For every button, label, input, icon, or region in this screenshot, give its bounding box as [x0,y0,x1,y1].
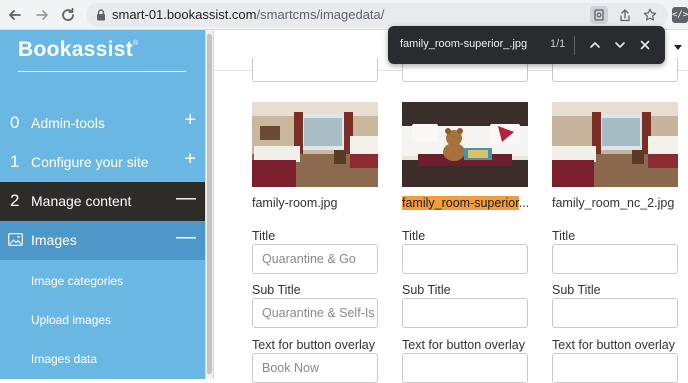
submenu-images-data[interactable]: Images data [31,352,97,366]
subtitle-label: Sub Title [552,283,601,297]
reload-icon [62,7,74,21]
collapse-icon[interactable]: — [176,188,196,208]
forward-button[interactable] [31,4,53,26]
url-text: smart-01.bookassist.com/smartcms/imageda… [112,7,384,22]
find-match-highlight: family_room-superior [402,196,519,210]
dropdown-caret-icon[interactable] [674,45,682,50]
find-bar-divider [574,36,575,55]
sidebar-scrollbar[interactable] [205,30,214,379]
hotel-room-photo [552,102,678,187]
share-button[interactable] [616,6,634,24]
lock-icon [97,9,105,21]
menu-item-configure-site[interactable]: 1 Configure your site + [0,143,205,182]
image-thumbnail-family-room-superior[interactable] [402,102,528,187]
back-button[interactable] [4,4,26,26]
menu-label: Images [31,232,77,248]
find-match-count: 1/1 [550,38,566,50]
find-close-button[interactable] [637,37,653,53]
brand-logo[interactable]: Bookassist® [18,38,139,62]
chevron-down-icon [615,42,625,48]
scrollbar-thumb[interactable] [207,34,212,374]
menu-number: 1 [10,152,20,171]
reload-button[interactable] [57,4,79,26]
chevron-up-icon [590,42,600,48]
star-icon [643,8,657,21]
brand-name: Bookassist [18,38,134,61]
subtitle-label: Sub Title [252,283,301,297]
image-filename: family_room_nc_2.jpg [552,196,675,210]
expand-icon[interactable]: + [184,110,196,130]
arrow-right-icon [36,10,48,20]
find-in-page-bar: family_room-superior_.jpg 1/1 [388,26,665,64]
extension-icon[interactable]: </> [672,7,688,23]
find-next-button[interactable] [612,37,628,53]
arrow-left-icon [9,10,21,20]
title-label: Title [252,229,276,243]
title-input[interactable]: Quarantine & Go [252,244,378,274]
hotel-room-photo [252,102,378,187]
menu-number: 0 [10,113,20,132]
document-icon [594,9,604,21]
subtitle-label: Sub Title [402,283,451,297]
subtitle-input[interactable] [552,298,678,328]
page-action-button[interactable] [590,6,608,24]
image-thumbnail-family-room[interactable] [252,102,378,187]
button-overlay-label: Text for button overlay [252,338,375,352]
filename-truncation: ... [518,196,530,210]
find-previous-button[interactable] [587,37,603,53]
expand-icon[interactable]: + [184,149,196,169]
submenu-upload-images[interactable]: Upload images [31,313,111,327]
image-filename: family-room.jpg [252,196,338,210]
menu-number: 2 [10,191,20,210]
main-content: family-room.jpg Title Quarantine & Go Su… [214,30,688,383]
subtitle-input[interactable] [402,298,528,328]
title-input[interactable] [402,244,528,274]
menu-item-images[interactable]: Images — [0,221,205,260]
submenu-image-categories[interactable]: Image categories [31,274,123,288]
button-overlay-label: Text for button overlay [552,338,675,352]
menu-label: Admin-tools [31,115,105,131]
brand-mark: ® [133,40,139,47]
close-icon [640,40,650,50]
image-filename: family_room-superior... [402,196,529,210]
address-bar[interactable]: smart-01.bookassist.com/smartcms/imageda… [86,3,668,27]
hotel-room-teddy-photo [402,102,528,187]
previous-row-input[interactable] [252,58,378,82]
title-input[interactable] [552,244,678,274]
bookmark-button[interactable] [641,6,659,24]
collapse-icon[interactable]: — [176,227,196,247]
button-overlay-label: Text for button overlay [402,338,525,352]
share-icon [620,8,630,21]
find-query[interactable]: family_room-superior_.jpg [400,38,527,50]
title-label: Title [402,229,426,243]
sidebar: Bookassist® 0 Admin-tools + 1 Configure … [0,30,205,379]
image-icon [8,233,23,246]
logo-divider [18,71,186,72]
image-thumbnail-family-room-nc-2[interactable] [552,102,678,187]
menu-label: Configure your site [31,154,149,170]
url-host: smart-01.bookassist.com [112,7,257,22]
subtitle-input[interactable]: Quarantine & Self-Is [252,298,378,328]
menu-item-admin-tools[interactable]: 0 Admin-tools + [0,104,205,143]
url-path: /smartcms/imagedata/ [256,7,385,22]
menu-label: Manage content [31,193,132,209]
menu-item-manage-content[interactable]: 2 Manage content — [0,182,205,221]
title-label: Title [552,229,576,243]
